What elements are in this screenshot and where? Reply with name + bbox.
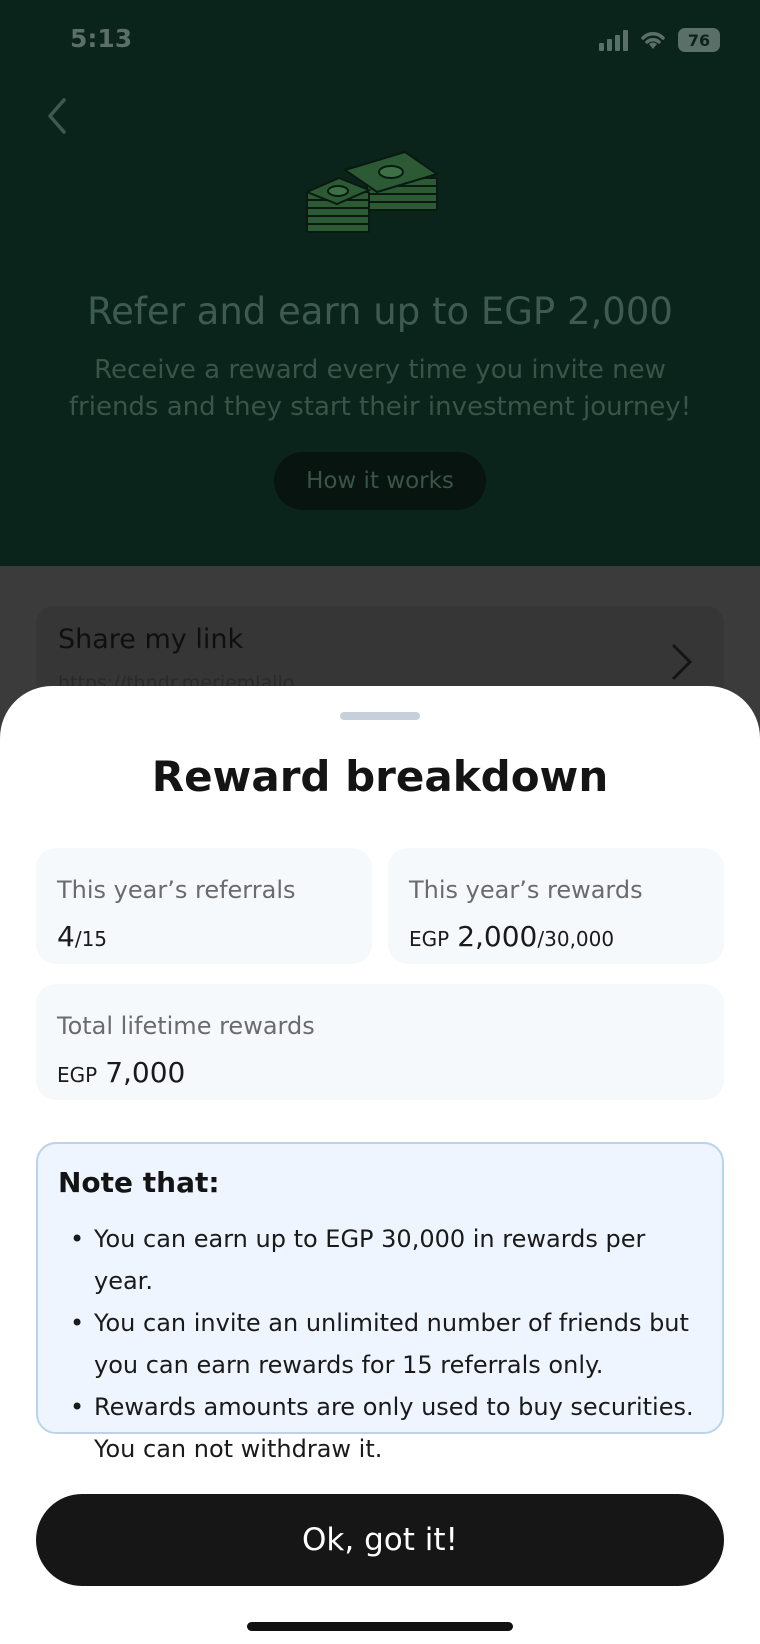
status-time: 5:13 [70,24,133,53]
status-icons: 76 [599,28,720,52]
how-it-works-button[interactable]: How it works [274,452,486,510]
hero-title: Refer and earn up to EGP 2,000 [87,290,673,333]
referrals-value: 4 /15 [57,920,107,953]
lifetime-label: Total lifetime rewards [57,1012,315,1040]
rewards-label: This year’s rewards [409,876,643,904]
lifetime-value: EGP 7,000 [57,1056,185,1089]
money-stack-icon [305,150,440,233]
lifetime-currency: EGP [57,1063,98,1087]
rewards-amount: 2,000 [457,920,538,953]
back-arrow-icon[interactable] [40,96,74,136]
referrals-count: 4 [57,920,75,953]
share-link-title: Share my link [58,624,244,655]
sheet-grabber[interactable] [340,712,420,720]
reward-breakdown-sheet: Reward breakdown This year’s referrals 4… [0,686,760,1644]
battery-icon: 76 [678,28,720,52]
referrals-card: This year’s referrals 4 /15 [36,848,372,964]
note-item: You can earn up to EGP 30,000 in rewards… [58,1218,708,1302]
rewards-value: EGP 2,000 /30,000 [409,920,614,953]
chevron-right-icon [672,644,693,680]
referrals-limit: /15 [74,927,108,951]
lifetime-amount: 7,000 [105,1056,186,1089]
referrals-label: This year’s referrals [57,876,296,904]
home-indicator [247,1622,513,1631]
signal-icon [599,29,628,51]
wifi-icon [641,32,665,49]
lifetime-rewards-card: Total lifetime rewards EGP 7,000 [36,984,724,1100]
note-item: You can invite an unlimited number of fr… [58,1302,708,1386]
note-title: Note that: [58,1166,220,1199]
hero-subtitle: Receive a reward every time you invite n… [68,355,692,422]
sheet-title: Reward breakdown [151,752,609,801]
rewards-limit: /30,000 [537,927,615,951]
rewards-currency: EGP [409,927,450,951]
note-list: You can earn up to EGP 30,000 in rewards… [58,1218,708,1470]
note-item: Rewards amounts are only used to buy sec… [58,1386,708,1470]
ok-got-it-button[interactable]: Ok, got it! [36,1494,724,1586]
rewards-card: This year’s rewards EGP 2,000 /30,000 [388,848,724,964]
note-box: Note that: You can earn up to EGP 30,000… [36,1142,724,1463]
